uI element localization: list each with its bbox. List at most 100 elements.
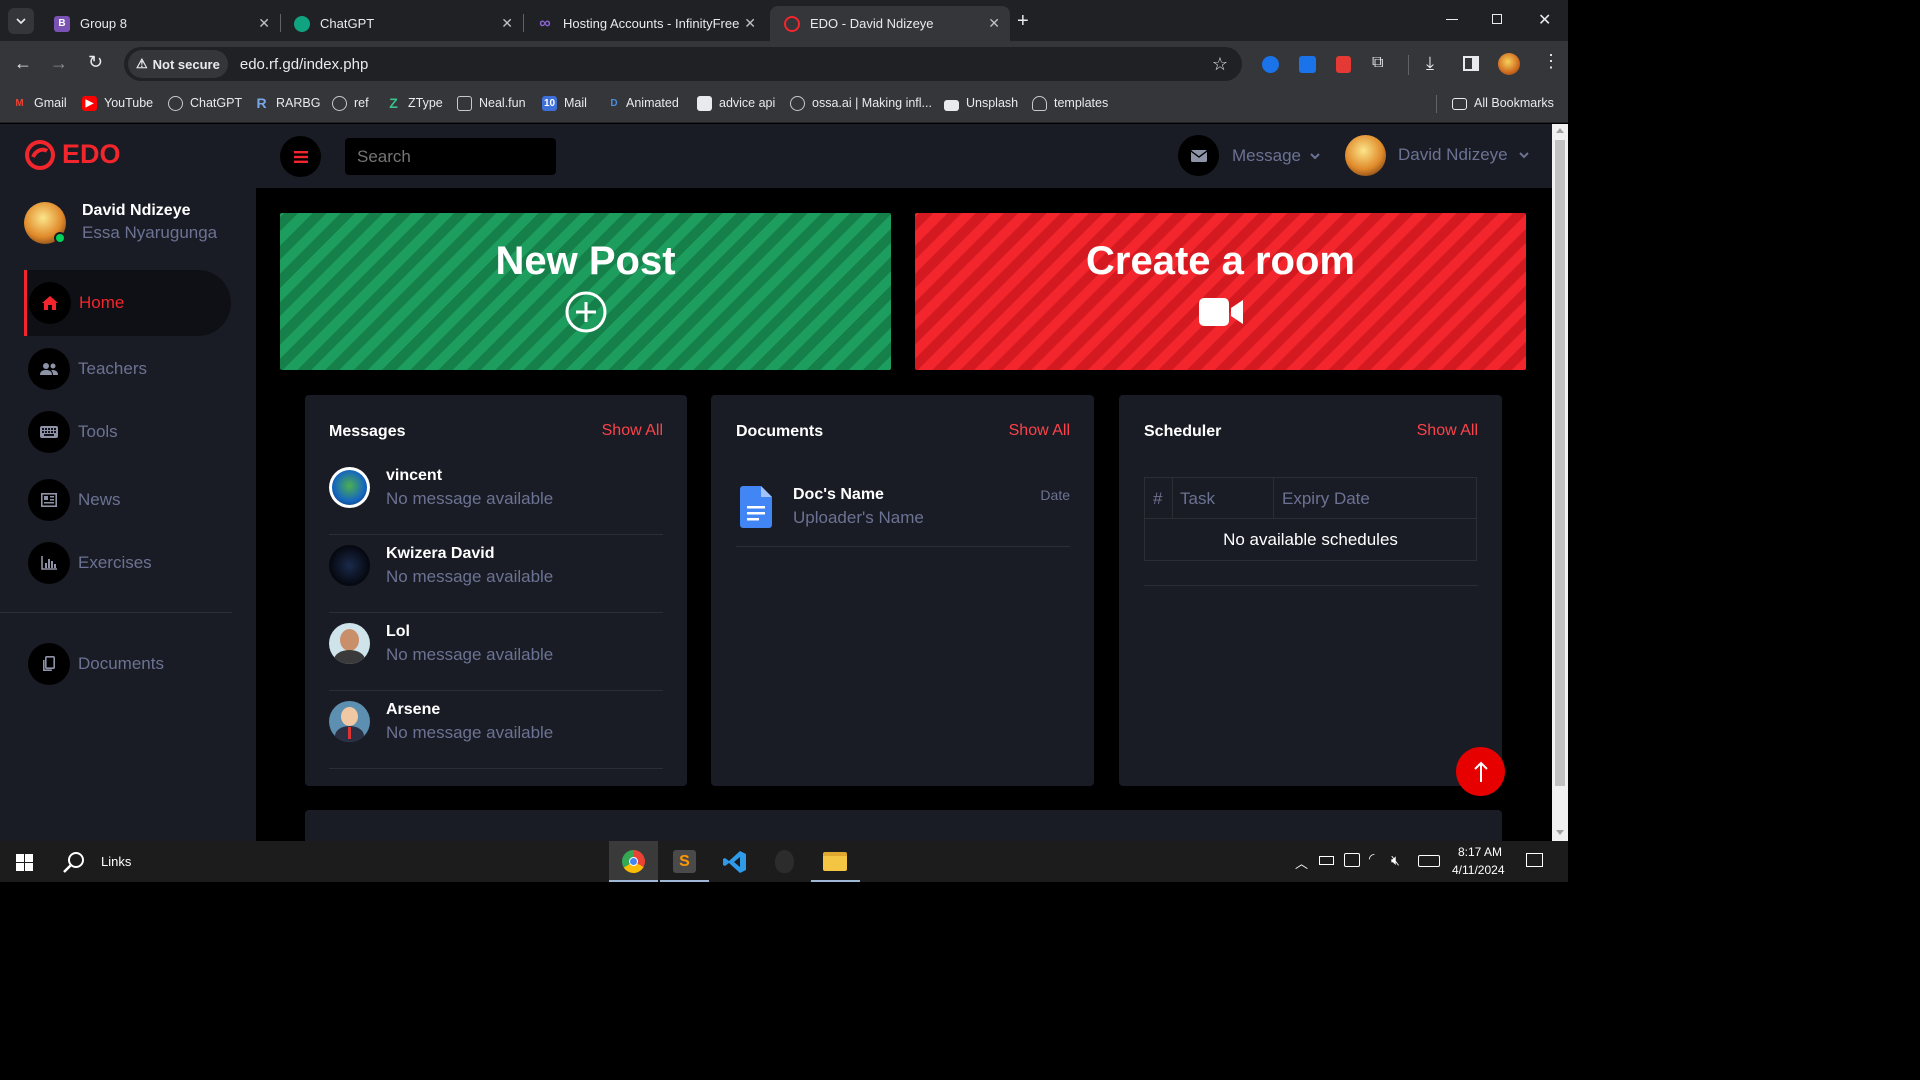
taskbar-date[interactable]: 4/11/2024 [1452,863,1505,877]
scheduler-show-all-link[interactable]: Show All [1417,422,1478,440]
speaker-muted-icon[interactable]: 🔇︎ [1391,852,1400,869]
url-text[interactable]: edo.rf.gd/index.php [240,56,368,73]
taskbar-time[interactable]: 8:17 AM [1458,845,1502,859]
taskbar-search-label[interactable]: Links [101,854,131,869]
empty-schedules-text: No available schedules [1223,530,1398,549]
chart-bar-icon [41,556,57,570]
scroll-down-arrow[interactable] [1556,830,1564,835]
extension-shazam-icon[interactable] [1262,56,1279,73]
tab-chatgpt[interactable]: ChatGPT ✕ [280,6,523,41]
back-icon[interactable]: ← [14,53,32,74]
message-item[interactable]: Lol No message available [329,613,663,691]
chatgpt-icon [294,15,310,32]
side-panel-icon[interactable] [1463,56,1479,71]
menu-toggle-button[interactable] [280,136,321,177]
close-tab-icon[interactable]: ✕ [988,15,1000,32]
tab-group8[interactable]: B Group 8 ✕ [40,6,280,41]
message-item[interactable]: vincent No message available [329,457,663,535]
bookmark-gmail[interactable]: M Gmail [12,88,66,118]
infinity-icon: ∞ [539,14,551,32]
extension-lock-icon[interactable] [1336,56,1351,73]
newspaper-icon [41,493,57,507]
brand-logo[interactable]: EDO [24,138,121,170]
sidebar-item-teachers[interactable]: Teachers [26,336,231,402]
close-tab-icon[interactable]: ✕ [744,15,756,32]
edo-logo-icon [784,15,800,32]
browser-tab-bar: B Group 8 ✕ ChatGPT ✕ ∞ Hosting Accounts… [0,0,1568,41]
battery-icon[interactable] [1319,856,1334,865]
scroll-up-arrow[interactable] [1556,128,1564,133]
bookmark-unsplash[interactable]: Unsplash [944,88,1018,118]
bookmark-ztype[interactable]: Z ZType [386,88,443,118]
message-sender: Arsene [386,701,441,718]
minimize-button[interactable] [1446,19,1458,20]
bookmark-ref[interactable]: ref [332,88,369,118]
forward-icon[interactable]: → [50,53,68,74]
bookmark-chatgpt[interactable]: ChatGPT [168,88,242,118]
bookmark-rarbg[interactable]: R RARBG [254,88,320,118]
message-item[interactable]: Kwizera David No message available [329,535,663,613]
sidebar-item-tools[interactable]: Tools [26,399,231,465]
bookmark-advice-api[interactable]: advice api [697,88,775,118]
close-window-button[interactable]: ✕ [1538,10,1551,30]
close-tab-icon[interactable]: ✕ [258,15,270,32]
message-preview: No message available [386,567,554,586]
security-chip[interactable]: ⚠ Not secure [128,50,228,78]
message-item[interactable]: Arsene No message available [329,691,663,769]
tab-search-button[interactable] [8,8,34,34]
restore-button[interactable] [1492,14,1502,24]
search-icon[interactable] [63,851,85,873]
brand-name: EDO [62,138,121,169]
tray-chevron-up-icon[interactable]: ︿ [1295,853,1308,872]
close-tab-icon[interactable]: ✕ [501,15,513,32]
bookmark-animated[interactable]: D Animated [610,88,678,118]
extensions-puzzle-icon[interactable]: ⧉ [1372,54,1383,72]
sidebar-item-news[interactable]: News [26,467,231,533]
taskbar-vscode[interactable] [710,841,759,882]
bookmark-nealfun[interactable]: Neal.fun [457,88,526,118]
taskbar-alienware[interactable] [760,841,809,882]
extension-cast-icon[interactable] [1299,56,1316,73]
bookmark-templates[interactable]: templates [1032,88,1108,118]
sidebar-item-exercises[interactable]: Exercises [26,530,231,596]
omnibox[interactable]: ⚠ Not secure edo.rf.gd/index.php ☆ [124,47,1242,81]
tray-app-icon[interactable] [1344,853,1360,867]
taskbar-sublime[interactable]: S [660,841,709,882]
message-icon-button[interactable] [1178,135,1219,176]
bookmark-mail[interactable]: 10 Mail [542,88,587,118]
user-avatar[interactable] [1345,135,1386,176]
new-post-banner[interactable]: New Post [280,213,891,370]
messages-show-all-link[interactable]: Show All [602,422,663,440]
profile-avatar-icon[interactable] [1498,53,1520,75]
sidebar-item-documents[interactable]: Documents [26,631,231,697]
bookmark-youtube[interactable]: ▶ YouTube [82,88,153,118]
create-room-banner[interactable]: Create a room [915,213,1526,370]
youtube-icon: ▶ [82,95,97,111]
sidebar-item-home[interactable]: Home [24,270,231,336]
documents-show-all-link[interactable]: Show All [1009,422,1070,440]
tab-edo[interactable]: EDO - David Ndizeye ✕ [770,6,1010,41]
menu-kebab-icon[interactable]: ⋮ [1542,51,1560,72]
taskbar-file-explorer[interactable] [811,841,860,882]
reload-icon[interactable]: ↻ [88,52,103,73]
tab-infinityfree[interactable]: ∞ Hosting Accounts - InfinityFree ✕ [523,6,766,41]
download-icon[interactable]: ⤓ [1426,53,1434,74]
new-post-title: New Post [495,239,676,283]
keyboard-layout-icon[interactable] [1418,855,1440,867]
scrollbar-thumb[interactable] [1555,140,1565,786]
globe-icon [790,95,805,111]
wifi-icon[interactable]: ◜ [1369,850,1374,867]
search-input[interactable] [345,138,556,175]
bookmark-ossa[interactable]: ossa.ai | Making infl... [790,88,932,118]
new-tab-button[interactable]: + [1017,10,1029,33]
notification-icon[interactable] [1526,853,1543,867]
scroll-to-top-button[interactable] [1456,747,1505,796]
user-dropdown[interactable]: David Ndizeye [1398,145,1529,165]
taskbar-chrome[interactable] [609,841,658,882]
bookmark-star-icon[interactable]: ☆ [1212,54,1228,75]
document-item[interactable]: Doc's Name Uploader's Name Date [736,471,1070,547]
windows-start-icon[interactable] [16,854,33,871]
message-dropdown[interactable]: Message [1232,146,1320,166]
all-bookmarks[interactable]: All Bookmarks [1452,88,1554,118]
page-scrollbar[interactable] [1552,124,1568,841]
